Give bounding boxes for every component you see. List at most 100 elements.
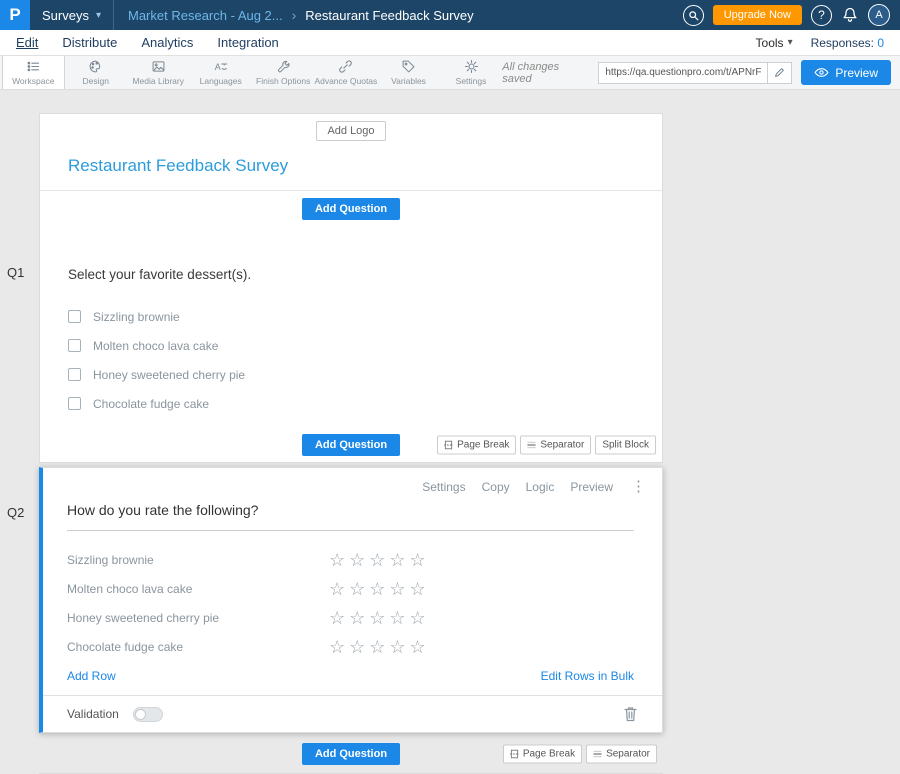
pencil-icon (774, 67, 785, 78)
question-1[interactable]: Select your favorite dessert(s). Sizzlin… (40, 227, 662, 418)
tool-variables[interactable]: Variables (377, 56, 439, 89)
save-status: All changes saved (502, 61, 588, 85)
question-2-actions: Settings Copy Logic Preview ⋮ (43, 468, 662, 494)
rating-row: Honey sweetened cherry pie ☆☆☆☆☆ (67, 603, 634, 632)
star-rating[interactable]: ☆☆☆☆☆ (329, 551, 430, 569)
delete-question-trash-icon[interactable] (623, 706, 638, 722)
checkbox[interactable] (68, 368, 81, 381)
rating-row-label[interactable]: Molten choco lava cake (67, 582, 329, 596)
validation-row: Validation (43, 696, 662, 732)
checkbox[interactable] (68, 339, 81, 352)
help-button[interactable]: ? (811, 5, 832, 26)
settings-gear-icon (464, 59, 479, 74)
tool-finish-options[interactable]: Finish Options (252, 56, 314, 89)
notifications-bell-icon[interactable] (841, 6, 859, 24)
option-row: Molten choco lava cake (68, 331, 634, 360)
breadcrumb: Market Research - Aug 2... › Restaurant … (128, 7, 474, 23)
rating-row-label[interactable]: Sizzling brownie (67, 553, 329, 567)
validation-toggle[interactable] (133, 707, 163, 722)
topbar-actions: Upgrade Now ? A (683, 4, 900, 26)
design-palette-icon (88, 59, 103, 74)
checkbox[interactable] (68, 397, 81, 410)
question-preview-link[interactable]: Preview (570, 480, 613, 494)
tools-menu[interactable]: Tools ▾ (756, 36, 793, 50)
star-rating[interactable]: ☆☆☆☆☆ (329, 580, 430, 598)
logo-row: Add Logo (40, 114, 662, 146)
edit-url-button[interactable] (768, 62, 792, 84)
question-1-text[interactable]: Select your favorite dessert(s). (68, 267, 634, 282)
rating-row-label[interactable]: Honey sweetened cherry pie (67, 611, 329, 625)
validation-label: Validation (67, 707, 119, 721)
question-settings-link[interactable]: Settings (422, 480, 465, 494)
more-options-kebab-icon[interactable]: ⋮ (631, 480, 646, 494)
star-rating[interactable]: ☆☆☆☆☆ (329, 609, 430, 627)
option-label[interactable]: Chocolate fudge cake (93, 397, 209, 411)
question-2-text[interactable]: How do you rate the following? (67, 502, 634, 531)
menu-bar: Edit Distribute Analytics Integration To… (0, 30, 900, 56)
tab-analytics[interactable]: Analytics (129, 35, 205, 50)
menubar-right: Tools ▾ Responses: 0 (756, 36, 896, 50)
option-row: Chocolate fudge cake (68, 389, 634, 418)
tool-advance-quotas[interactable]: Advance Quotas (314, 56, 377, 89)
media-library-icon (151, 59, 166, 74)
responses-counter[interactable]: Responses: 0 (811, 36, 884, 50)
breadcrumb-folder[interactable]: Market Research - Aug 2... (128, 8, 283, 23)
tab-distribute[interactable]: Distribute (50, 35, 129, 50)
question-mark-icon: ? (818, 8, 825, 22)
advance-quotas-link-icon (338, 59, 353, 74)
eye-icon (814, 67, 829, 78)
surveys-label: Surveys (42, 8, 89, 23)
variables-tag-icon (401, 59, 416, 74)
question-2-card[interactable]: Settings Copy Logic Preview ⋮ How do you… (39, 467, 663, 733)
page-break-button[interactable]: Page Break (503, 745, 582, 764)
option-label[interactable]: Sizzling brownie (93, 310, 180, 324)
rating-row: Chocolate fudge cake ☆☆☆☆☆ (67, 632, 634, 661)
tool-media-library[interactable]: Media Library (127, 56, 189, 89)
add-row-link[interactable]: Add Row (67, 669, 116, 683)
question-copy-link[interactable]: Copy (482, 480, 510, 494)
finish-options-wrench-icon (276, 59, 291, 74)
option-label[interactable]: Honey sweetened cherry pie (93, 368, 245, 382)
checkbox[interactable] (68, 310, 81, 323)
chevron-down-icon: ▾ (788, 37, 793, 48)
tab-integration[interactable]: Integration (205, 35, 290, 50)
add-question-button-top[interactable]: Add Question (302, 198, 400, 220)
star-rating[interactable]: ☆☆☆☆☆ (329, 638, 430, 656)
edit-rows-in-bulk-link[interactable]: Edit Rows in Bulk (541, 669, 634, 683)
upgrade-now-button[interactable]: Upgrade Now (713, 5, 802, 25)
search-button[interactable] (683, 5, 704, 26)
workspace-icon (26, 59, 41, 74)
surveys-dropdown[interactable]: Surveys ▾ (30, 0, 114, 30)
rating-row-label[interactable]: Chocolate fudge cake (67, 640, 329, 654)
card1-footer: Add Question Page Break Separator Split … (40, 428, 662, 462)
rating-row: Sizzling brownie ☆☆☆☆☆ (67, 545, 634, 574)
row-edit-links: Add Row Edit Rows in Bulk (67, 669, 634, 683)
option-row: Honey sweetened cherry pie (68, 360, 634, 389)
svg-text:A: A (215, 62, 222, 72)
question-logic-link[interactable]: Logic (526, 480, 555, 494)
add-logo-button[interactable]: Add Logo (316, 121, 385, 141)
add-question-button-mid[interactable]: Add Question (302, 434, 400, 456)
survey-title[interactable]: Restaurant Feedback Survey (68, 156, 634, 176)
page-break-icon (510, 750, 519, 759)
tool-languages[interactable]: A Languages (189, 56, 251, 89)
tool-settings[interactable]: Settings (440, 56, 502, 89)
tool-workspace[interactable]: Workspace (2, 56, 65, 89)
languages-icon: A (213, 59, 228, 74)
avatar[interactable]: A (868, 4, 890, 26)
tool-design[interactable]: Design (65, 56, 127, 89)
preview-button[interactable]: Preview (801, 60, 891, 85)
tab-edit[interactable]: Edit (4, 35, 50, 50)
separator-button[interactable]: Separator (520, 436, 591, 455)
insert-buttons-bottom: Page Break Separator (503, 745, 657, 764)
separator-button[interactable]: Separator (586, 745, 657, 764)
option-label[interactable]: Molten choco lava cake (93, 339, 218, 353)
rating-row: Molten choco lava cake ☆☆☆☆☆ (67, 574, 634, 603)
survey-url-input[interactable] (598, 62, 768, 84)
add-question-button-bottom[interactable]: Add Question (302, 743, 400, 765)
questionpro-logo[interactable]: P (0, 0, 30, 30)
breadcrumb-survey-name: Restaurant Feedback Survey (305, 8, 473, 23)
split-block-button[interactable]: Split Block (595, 436, 656, 455)
page-break-icon (444, 441, 453, 450)
page-break-button[interactable]: Page Break (437, 436, 516, 455)
